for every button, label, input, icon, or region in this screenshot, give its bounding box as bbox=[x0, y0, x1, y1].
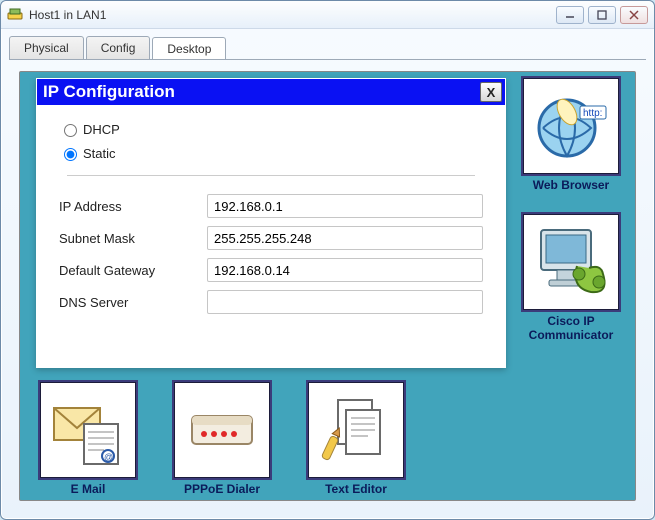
app-cisco-ip-communicator[interactable]: Cisco IP Communicator bbox=[509, 212, 633, 342]
close-icon: X bbox=[487, 85, 496, 100]
ip-config-titlebar[interactable]: IP Configuration X bbox=[37, 79, 505, 105]
ip-config-close-button[interactable]: X bbox=[480, 82, 502, 102]
app-web-browser[interactable]: http: Web Browser bbox=[509, 76, 633, 192]
tab-physical[interactable]: Physical bbox=[9, 36, 84, 59]
app-label: Cisco IP Communicator bbox=[509, 314, 633, 342]
titlebar[interactable]: Host1 in LAN1 bbox=[1, 1, 654, 29]
subnet-mask-input[interactable] bbox=[207, 226, 483, 250]
text-editor-icon bbox=[306, 380, 406, 480]
ip-config-body: DHCP Static IP Address Subnet Mask Defau… bbox=[37, 105, 505, 318]
dns-server-input[interactable] bbox=[207, 290, 483, 314]
default-gateway-label: Default Gateway bbox=[59, 263, 207, 278]
static-label: Static bbox=[83, 146, 116, 161]
svg-text:http:: http: bbox=[583, 108, 602, 119]
window-title: Host1 in LAN1 bbox=[29, 8, 556, 22]
app-label: PPPoE Dialer bbox=[160, 482, 284, 496]
dhcp-label: DHCP bbox=[83, 122, 120, 137]
packet-tracer-icon bbox=[7, 7, 23, 23]
ip-address-label: IP Address bbox=[59, 199, 207, 214]
dns-server-label: DNS Server bbox=[59, 295, 207, 310]
app-window: Host1 in LAN1 Physical Config Desktop bbox=[0, 0, 655, 520]
minimize-button[interactable] bbox=[556, 6, 584, 24]
subnet-mask-row: Subnet Mask bbox=[59, 222, 483, 254]
app-label: E Mail bbox=[26, 482, 150, 496]
app-label: Text Editor bbox=[294, 482, 418, 496]
email-icon: @ bbox=[38, 380, 138, 480]
ip-config-title: IP Configuration bbox=[43, 82, 175, 102]
default-gateway-input[interactable] bbox=[207, 258, 483, 282]
app-email[interactable]: @ E Mail bbox=[26, 380, 150, 496]
dhcp-radio[interactable] bbox=[64, 124, 77, 137]
default-gateway-row: Default Gateway bbox=[59, 254, 483, 286]
web-browser-icon: http: bbox=[521, 76, 621, 176]
ip-config-dialog: IP Configuration X DHCP Static IP Addres… bbox=[36, 78, 506, 368]
app-label: Web Browser bbox=[509, 178, 633, 192]
subnet-mask-label: Subnet Mask bbox=[59, 231, 207, 246]
tab-config[interactable]: Config bbox=[86, 36, 151, 59]
app-pppoe-dialer[interactable]: PPPoE Dialer bbox=[160, 380, 284, 496]
close-button[interactable] bbox=[620, 6, 648, 24]
tab-bar: Physical Config Desktop bbox=[1, 29, 654, 59]
svg-text:@: @ bbox=[104, 452, 113, 462]
cisco-ip-communicator-icon bbox=[521, 212, 621, 312]
ip-address-row: IP Address bbox=[59, 190, 483, 222]
maximize-button[interactable] bbox=[588, 6, 616, 24]
tab-desktop[interactable]: Desktop bbox=[152, 37, 226, 60]
mode-dhcp-row[interactable]: DHCP bbox=[59, 117, 483, 141]
window-controls bbox=[556, 6, 648, 24]
divider bbox=[67, 175, 475, 176]
tab-underline bbox=[9, 59, 646, 60]
app-text-editor[interactable]: Text Editor bbox=[294, 380, 418, 496]
static-radio[interactable] bbox=[64, 148, 77, 161]
pppoe-dialer-icon bbox=[172, 380, 272, 480]
desktop-area: http: Web Browser Cisco IP Communicator bbox=[19, 71, 636, 501]
dns-server-row: DNS Server bbox=[59, 286, 483, 318]
ip-address-input[interactable] bbox=[207, 194, 483, 218]
mode-static-row[interactable]: Static bbox=[59, 141, 483, 165]
